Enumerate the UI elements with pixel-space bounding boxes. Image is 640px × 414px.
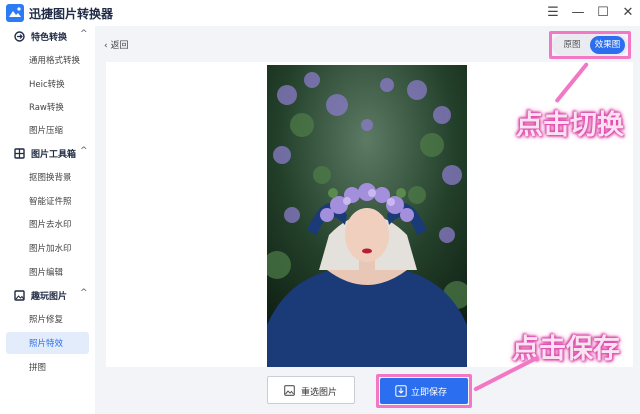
app-title: 迅捷图片转换器 xyxy=(29,7,114,21)
sidebar-item-label: 照片修复 xyxy=(29,315,64,325)
sidebar-item-collage[interactable]: 拼图 xyxy=(6,356,89,378)
reselect-image-button[interactable]: 重选图片 xyxy=(267,376,355,404)
app-logo-icon xyxy=(6,4,24,22)
sidebar-item-cutout[interactable]: 抠图换背景 xyxy=(6,166,89,188)
sidebar-item-label: 抠图换背景 xyxy=(29,173,72,183)
chevron-left-icon: ‹ xyxy=(104,41,108,51)
sidebar-item-raw[interactable]: Raw转换 xyxy=(6,96,89,118)
title-bar: 迅捷图片转换器 ☰ — ☐ ✕ xyxy=(0,0,640,26)
menu-icon[interactable]: ☰ xyxy=(544,4,562,22)
reselect-label: 重选图片 xyxy=(301,388,338,398)
sidebar-item-format-convert[interactable]: 通用格式转换 xyxy=(6,49,89,71)
toolbox-icon xyxy=(14,148,25,159)
sidebar-section-toolbox[interactable]: 图片工具箱 ^ xyxy=(0,144,95,164)
section-label: 特色转换 xyxy=(31,33,68,43)
image-icon xyxy=(284,385,295,396)
sidebar-section-fun[interactable]: 趣玩图片 ^ xyxy=(0,286,95,306)
chevron-up-icon: ^ xyxy=(80,29,88,39)
save-highlight-box xyxy=(376,374,472,408)
sidebar-item-effects[interactable]: 照片特效 xyxy=(6,332,89,354)
close-icon[interactable]: ✕ xyxy=(619,4,637,22)
sidebar-item-restore[interactable]: 照片修复 xyxy=(6,308,89,330)
sidebar-item-label: 通用格式转换 xyxy=(29,56,81,66)
chevron-up-icon: ^ xyxy=(80,288,88,298)
sidebar-item-label: 图片压缩 xyxy=(29,126,64,136)
back-button[interactable]: ‹ 返回 xyxy=(104,38,129,51)
back-label: 返回 xyxy=(110,41,129,51)
transform-icon xyxy=(14,31,25,42)
preview-photo xyxy=(267,65,467,367)
sidebar-item-compress[interactable]: 图片压缩 xyxy=(6,119,89,141)
sidebar-item-label: 图片编辑 xyxy=(29,268,64,278)
sidebar-item-label: 图片加水印 xyxy=(29,244,72,254)
switch-hint-annotation: 点击切换 xyxy=(516,110,624,141)
sidebar-item-heic[interactable]: Heic转换 xyxy=(6,73,89,95)
sidebar-item-add-watermark[interactable]: 图片加水印 xyxy=(6,237,89,259)
sidebar-item-remove-watermark[interactable]: 图片去水印 xyxy=(6,213,89,235)
sidebar-item-label: 照片特效 xyxy=(29,339,64,349)
image-icon xyxy=(14,290,25,301)
chevron-up-icon: ^ xyxy=(80,146,88,156)
sidebar-item-label: Heic转换 xyxy=(29,80,65,90)
sidebar-item-label: 图片去水印 xyxy=(29,220,72,230)
sidebar-item-id-photo[interactable]: 智能证件照 xyxy=(6,190,89,212)
maximize-icon[interactable]: ☐ xyxy=(594,4,612,22)
toggle-highlight-box xyxy=(549,31,631,59)
sidebar-item-label: 拼图 xyxy=(29,363,47,373)
section-label: 趣玩图片 xyxy=(31,292,68,302)
section-label: 图片工具箱 xyxy=(31,150,77,160)
sidebar-section-special[interactable]: 特色转换 ^ xyxy=(0,27,95,47)
sidebar-item-label: Raw转换 xyxy=(29,103,64,113)
sidebar-item-edit[interactable]: 图片编辑 xyxy=(6,261,89,283)
sidebar-item-label: 智能证件照 xyxy=(29,197,72,207)
minimize-icon[interactable]: — xyxy=(569,4,587,22)
